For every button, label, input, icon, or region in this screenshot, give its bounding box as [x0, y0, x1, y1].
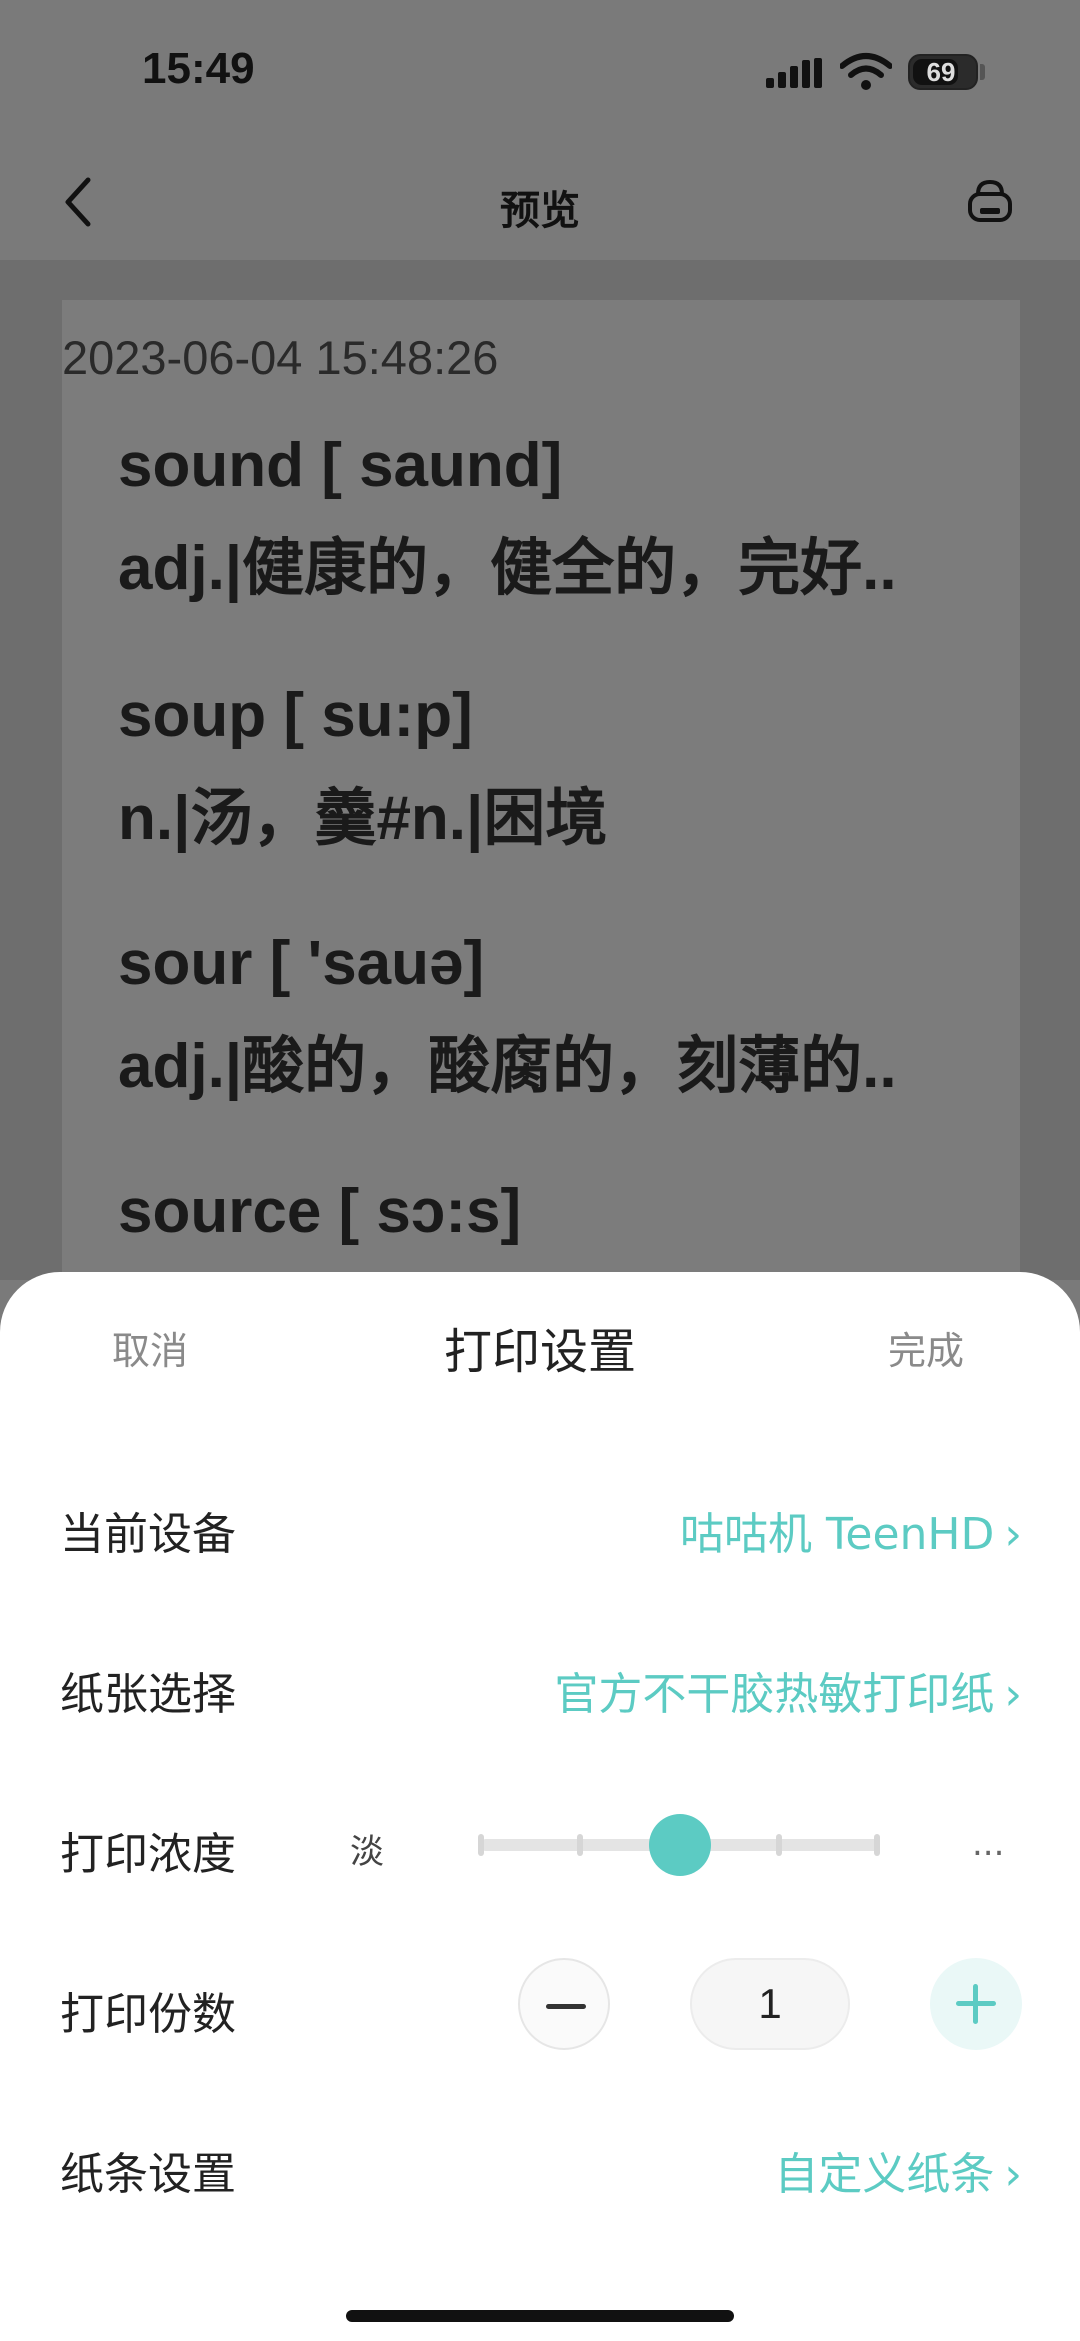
- entry-definition: adj.|健康的，健全的，完好..: [118, 534, 897, 603]
- paper-label: 纸张选择: [60, 1669, 236, 1720]
- home-indicator: [346, 2310, 734, 2322]
- density-max-label: ...: [972, 1824, 1005, 1864]
- paper-value: 官方不干胶热敏打印纸: [554, 1669, 995, 1720]
- chevron-right-icon: ›: [1004, 1669, 1022, 1720]
- cellular-signal-icon: [766, 58, 822, 88]
- battery-percent: 69: [926, 57, 956, 87]
- density-tick: [874, 1834, 880, 1856]
- decrement-button[interactable]: [518, 1958, 610, 2050]
- chevron-right-icon: ›: [1004, 2149, 1022, 2200]
- strip-value: 自定义纸条: [774, 2149, 995, 2200]
- print-timestamp: 2023-06-04 15:48:26: [62, 331, 499, 384]
- done-button[interactable]: 完成: [888, 1320, 964, 1375]
- entry-definition: adj.|酸的，酸腐的，刻薄的..: [118, 1032, 897, 1101]
- word-entry: soup [ su:p] n.|汤，羹#n.|困境: [118, 680, 1018, 857]
- strip-selector[interactable]: 自定义纸条 ›: [774, 2138, 1022, 2202]
- device-label: 当前设备: [60, 1509, 236, 1560]
- word-entry: sour [ 'sauə] adj.|酸的，酸腐的，刻薄的..: [118, 928, 1018, 1105]
- increment-button[interactable]: [930, 1958, 1022, 2050]
- density-tick: [776, 1834, 782, 1856]
- status-time: 15:49: [142, 44, 255, 93]
- entry-word: source [ sɔ:s]: [118, 1177, 522, 1246]
- device-selector[interactable]: 咕咕机 TeenHD ›: [680, 1498, 1022, 1562]
- device-value: 咕咕机 TeenHD: [680, 1509, 995, 1560]
- battery-tip: [980, 64, 985, 80]
- copies-label: 打印份数: [60, 1989, 236, 2040]
- printer-icon[interactable]: [964, 176, 1016, 228]
- word-entry: sound [ saund] adj.|健康的，健全的，完好..: [118, 430, 1018, 607]
- nav-bar: 预览: [0, 140, 1080, 260]
- battery-icon: 69: [908, 54, 978, 90]
- density-tick: [478, 1834, 484, 1856]
- word-entry: source [ sɔ:s]: [118, 1176, 1018, 1247]
- print-settings-sheet: 取消 打印设置 完成 当前设备 咕咕机 TeenHD › 纸张选择 官方不干胶热敏…: [0, 1272, 1080, 2341]
- strip-label: 纸条设置: [60, 2149, 236, 2200]
- density-label: 打印浓度: [60, 1829, 236, 1880]
- wifi-icon: [840, 53, 892, 90]
- page-title: 预览: [500, 188, 580, 234]
- status-bar: 15:49 69: [0, 0, 1080, 140]
- density-slider-thumb[interactable]: [649, 1814, 711, 1876]
- entry-definition: n.|汤，羹#n.|困境: [118, 784, 608, 853]
- entry-word: soup [ su:p]: [118, 681, 473, 750]
- copies-value[interactable]: 1: [690, 1958, 850, 2050]
- entry-word: sound [ saund]: [118, 431, 563, 500]
- density-tick: [577, 1834, 583, 1856]
- density-min-label: 淡: [350, 1832, 384, 1872]
- paper-selector[interactable]: 官方不干胶热敏打印纸 ›: [554, 1658, 1022, 1722]
- entry-word: sour [ 'sauə]: [118, 929, 485, 998]
- chevron-right-icon: ›: [1004, 1509, 1022, 1560]
